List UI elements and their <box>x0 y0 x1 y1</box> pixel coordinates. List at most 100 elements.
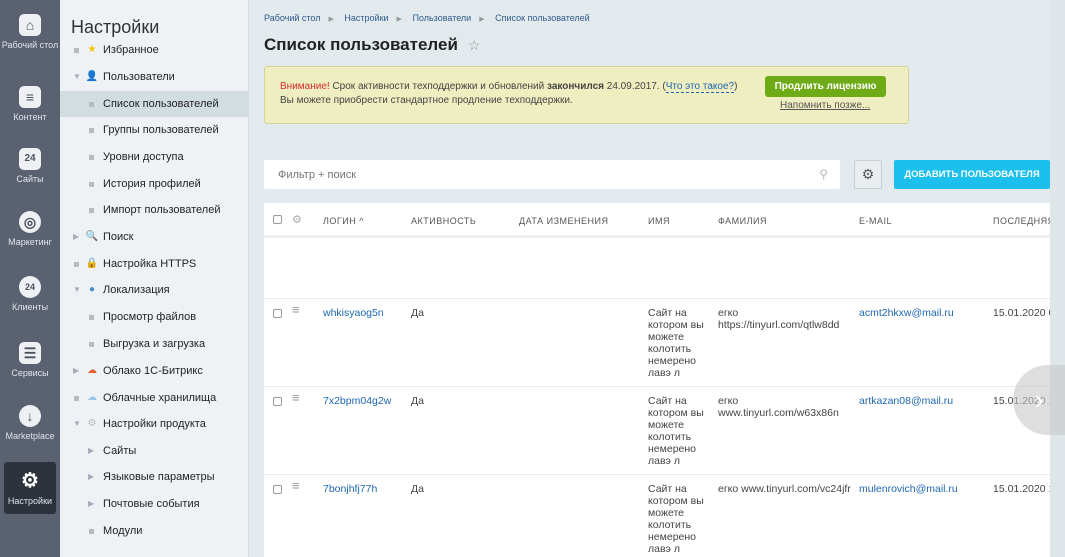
user-icon: 👤 <box>85 71 99 82</box>
col-surname[interactable]: ФАМИЛИЯ <box>718 216 767 226</box>
menu-item-language-params[interactable]: ▶ Языковые параметры <box>60 464 249 490</box>
col-last-login[interactable]: ПОСЛЕДНЯЯ <box>993 216 1055 226</box>
alert-text: Срок активности техподдержки и обновлени… <box>329 81 547 92</box>
rail-item-clients[interactable]: 24 Клиенты <box>0 276 60 312</box>
row-menu-icon[interactable]: ≡ <box>292 479 300 492</box>
menu-item-export-import[interactable]: Выгрузка и загрузка <box>60 331 249 357</box>
email-link[interactable]: artkazan08@mail.ru <box>859 395 953 407</box>
column-settings-icon[interactable]: ⚙ <box>292 213 302 226</box>
rail-item-marketing[interactable]: ◎ Маркетинг <box>0 211 60 247</box>
login-link[interactable]: 7x2bpm04g2w <box>323 395 391 407</box>
what-is-this-link[interactable]: Что это такое? <box>665 81 735 93</box>
breadcrumb: Рабочий стол ▶ Настройки ▶ Пользователи ▶ С… <box>264 13 590 23</box>
expand-right-icon[interactable]: ▶ <box>73 358 79 384</box>
menu-item-sites[interactable]: ▶ Сайты <box>60 438 249 464</box>
table-row[interactable]: ≡ whkisyaog5n Да Сайт на котором вы може… <box>264 298 1054 386</box>
menu-item-file-browser[interactable]: Просмотр файлов <box>60 304 249 330</box>
menu-item-product-settings[interactable]: ▼ ⚙ Настройки продукта <box>60 411 249 437</box>
search-icon[interactable]: ⚲ <box>819 167 828 181</box>
menu-item-user-groups[interactable]: Группы пользователей <box>60 117 249 143</box>
cloud-download-icon: ↓ <box>19 405 41 427</box>
expand-down-icon[interactable]: ▼ <box>73 277 81 303</box>
rail-item-desktop[interactable]: ⌂ Рабочий стол <box>0 14 60 50</box>
rail-item-content[interactable]: ≡ Контент <box>0 86 60 122</box>
row-checkbox[interactable] <box>273 397 282 406</box>
menu-item-profile-history[interactable]: История профилей <box>60 171 249 197</box>
menu-item-label: Настройки продукта <box>103 418 206 430</box>
row-menu-icon[interactable]: ≡ <box>292 303 300 316</box>
menu-item-label: История профилей <box>103 178 201 190</box>
activity-cell: Да <box>411 307 424 319</box>
table-row[interactable]: ≡ 7bonjhfj77h Да Сайт на котором вы може… <box>264 474 1054 555</box>
bullet-icon <box>89 529 94 534</box>
menu-item-label: Облако 1С-Битрикс <box>103 365 203 377</box>
login-link[interactable]: 7bonjhfj77h <box>323 483 377 495</box>
activity-cell: Да <box>411 483 424 495</box>
name-cell: Сайт на котором вы можете колотить немер… <box>648 395 704 467</box>
grid-settings-button[interactable]: ⚙ <box>854 160 882 189</box>
surname-cell: егко www.tinyurl.com/w63x86n <box>718 395 839 419</box>
col-login[interactable]: ЛОГИН ^ <box>323 216 364 226</box>
bullet-icon <box>89 182 94 187</box>
col-date-changed[interactable]: ДАТА ИЗМЕНЕНИЯ <box>519 216 608 226</box>
bullet-icon <box>74 48 79 53</box>
add-user-button[interactable]: ДОБАВИТЬ ПОЛЬЗОВАТЕЛЯ <box>894 160 1050 189</box>
rail-item-sites[interactable]: 24 Сайты <box>0 148 60 184</box>
rail-item-services[interactable]: ☰ Сервисы <box>0 342 60 378</box>
menu-item-mail-events[interactable]: ▶ Почтовые события <box>60 491 249 517</box>
menu-item-bitrix-cloud[interactable]: ▶ ☁ Облако 1С-Битрикс <box>60 358 249 384</box>
alert-text-2: Вы можете приобрести стандартное продлен… <box>280 95 573 106</box>
col-name[interactable]: ИМЯ <box>648 216 670 226</box>
scrollbar[interactable] <box>1050 0 1065 557</box>
breadcrumb-user-list[interactable]: Список пользователей <box>495 13 590 23</box>
email-link[interactable]: mulenrovich@mail.ru <box>859 483 958 495</box>
row-menu-icon[interactable]: ≡ <box>292 391 300 404</box>
menu-item-users[interactable]: ▼ 👤 Пользователи <box>60 64 249 90</box>
select-all-checkbox[interactable] <box>273 215 282 224</box>
row-checkbox[interactable] <box>273 309 282 318</box>
filter-search: ⚲ <box>264 160 840 189</box>
bullet-icon <box>89 102 94 107</box>
menu-item-label: Почтовые события <box>103 498 200 510</box>
favorite-star-icon[interactable]: ☆ <box>468 37 481 53</box>
crm24-icon: 24 <box>19 276 41 298</box>
menu-item-import-users[interactable]: Импорт пользователей <box>60 197 249 223</box>
menu-item-label: Избранное <box>103 44 159 56</box>
name-cell: Сайт на котором вы можете колотить немер… <box>648 307 704 379</box>
col-activity[interactable]: АКТИВНОСТЬ <box>411 216 476 226</box>
menu-item-https[interactable]: 🔒 Настройка HTTPS <box>60 251 249 277</box>
breadcrumb-users[interactable]: Пользователи <box>412 13 471 23</box>
email-link[interactable]: acmt2hkxw@mail.ru <box>859 307 954 319</box>
col-email[interactable]: E-MAIL <box>859 216 892 226</box>
expand-down-icon[interactable]: ▼ <box>73 64 81 90</box>
gear-icon: ⚙ <box>861 166 875 182</box>
page-title: Список пользователей <box>264 35 458 54</box>
expand-right-icon[interactable]: ▶ <box>73 224 79 250</box>
menu-item-access-levels[interactable]: Уровни доступа <box>60 144 249 170</box>
breadcrumb-desktop[interactable]: Рабочий стол <box>264 13 321 23</box>
bullet-icon <box>89 128 94 133</box>
rail-item-settings[interactable]: ⚙ Настройки <box>4 462 56 514</box>
row-checkbox[interactable] <box>273 485 282 494</box>
filter-search-input[interactable] <box>264 160 784 189</box>
expand-right-icon[interactable]: ▶ <box>88 438 94 464</box>
table-row[interactable]: ≡ 7x2bpm04g2w Да Сайт на котором вы може… <box>264 386 1054 474</box>
menu-item-search[interactable]: ▶ 🔍 Поиск <box>60 224 249 250</box>
settings-menu: Настройки ★ Избранное ▼ 👤 Пользователи Список… <box>60 0 249 557</box>
renew-license-button[interactable]: Продлить лицензию <box>765 76 886 97</box>
expand-right-icon[interactable]: ▶ <box>88 491 94 517</box>
bullet-icon <box>74 262 79 267</box>
menu-item-user-list[interactable]: Список пользователей <box>60 91 249 117</box>
expand-right-icon[interactable]: ▶ <box>88 464 94 490</box>
expand-down-icon[interactable]: ▼ <box>73 411 81 437</box>
cloud-storage-icon: ☁ <box>87 392 97 403</box>
breadcrumb-settings[interactable]: Настройки <box>344 13 388 23</box>
login-link[interactable]: whkisyaog5n <box>323 307 384 319</box>
remind-later-link[interactable]: Напомнить позже... <box>780 100 870 111</box>
license-alert: Внимание! Срок активности техподдержки и… <box>264 66 909 124</box>
menu-item-modules[interactable]: Модули <box>60 518 249 544</box>
menu-item-localization[interactable]: ▼ ● Локализация <box>60 277 249 303</box>
menu-item-favorites[interactable]: ★ Избранное <box>60 37 249 63</box>
rail-item-marketplace[interactable]: ↓ Marketplace <box>0 405 60 441</box>
menu-item-cloud-storage[interactable]: ☁ Облачные хранилища <box>60 385 249 411</box>
